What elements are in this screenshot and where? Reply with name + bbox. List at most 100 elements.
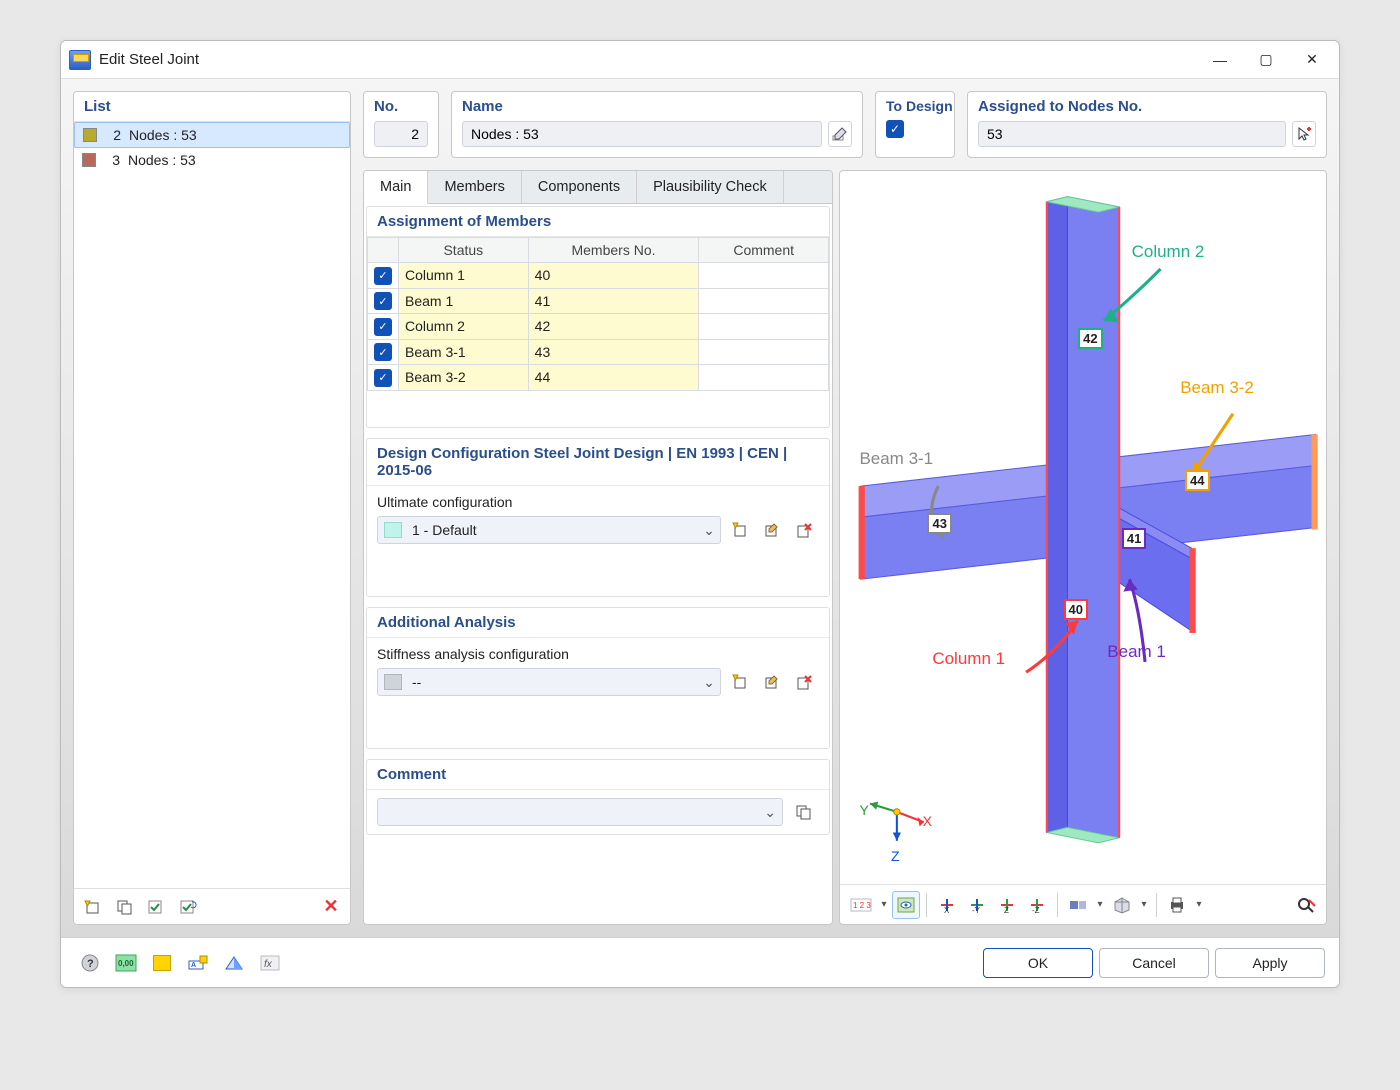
config-delete-button[interactable] (789, 517, 819, 543)
check-all-button[interactable] (142, 894, 172, 920)
row-checkbox[interactable]: ✓ (374, 343, 392, 361)
vt-axis-z-button[interactable]: Z (993, 891, 1021, 919)
chevron-down-icon[interactable]: ▾ (1094, 899, 1106, 910)
ok-button[interactable]: OK (983, 948, 1093, 978)
tab-main[interactable]: Main (364, 171, 428, 204)
svg-text:Z: Z (1004, 906, 1009, 914)
config-new-button[interactable] (725, 517, 755, 543)
tab-members[interactable]: Members (428, 171, 521, 203)
list-item[interactable]: 2 Nodes : 53 (74, 122, 350, 148)
comment-library-button[interactable] (789, 799, 819, 825)
minimize-button[interactable]: — (1197, 45, 1243, 75)
viewer-label-beam1: Beam 1 (1107, 642, 1166, 662)
table-row[interactable]: ✓ Beam 3-2 44 (368, 365, 829, 391)
cell-comment (699, 365, 829, 391)
vt-view-mode-button[interactable] (1064, 891, 1092, 919)
color-button[interactable] (147, 950, 177, 976)
stiffness-config-dropdown[interactable]: -- ⌄ (377, 668, 721, 696)
viewer-3d[interactable]: 42 44 43 41 40 Column 2 Beam 3-2 Beam 3-… (840, 171, 1326, 884)
stiffness-config-value: -- (408, 674, 698, 690)
vt-axis-x-button[interactable]: X (933, 891, 961, 919)
tab-components[interactable]: Components (522, 171, 637, 203)
tabs-panel: Main Members Components Plausibility Che… (363, 170, 833, 925)
analysis-edit-button[interactable] (757, 669, 787, 695)
svg-text:1 2 3: 1 2 3 (853, 901, 871, 910)
list-item-label: Nodes : 53 (128, 152, 196, 168)
new-item-button[interactable] (78, 894, 108, 920)
ultimate-config-label: Ultimate configuration (377, 494, 819, 510)
analysis-new-button[interactable] (725, 669, 755, 695)
ultimate-config-dropdown[interactable]: 1 - Default ⌄ (377, 516, 721, 544)
list-item[interactable]: 3 Nodes : 53 (74, 148, 350, 172)
help-button[interactable]: ? (75, 950, 105, 976)
edit-name-button[interactable] (828, 121, 852, 147)
chevron-down-icon: ⌄ (698, 674, 720, 691)
tab-plausibility[interactable]: Plausibility Check (637, 171, 784, 203)
viewer-label-column2: Column 2 (1132, 242, 1205, 262)
config-swatch-empty (384, 674, 402, 690)
analysis-delete-button[interactable] (789, 669, 819, 695)
units-button[interactable]: 0,00 (111, 950, 141, 976)
chevron-down-icon[interactable]: ▾ (1193, 899, 1205, 910)
no-label: No. (374, 98, 428, 115)
joint-model (840, 171, 1326, 884)
table-row[interactable]: ✓ Beam 1 41 (368, 288, 829, 314)
col-status: Status (399, 238, 529, 263)
cell-comment (699, 339, 829, 365)
cell-members-no: 40 (528, 263, 699, 289)
copy-item-button[interactable] (110, 894, 140, 920)
cell-comment (699, 314, 829, 340)
list-toolbar: ✕ (74, 888, 350, 924)
member-tag-41: 41 (1122, 528, 1146, 549)
comment-section: Comment ⌄ (366, 759, 830, 835)
cell-members-no: 43 (528, 339, 699, 365)
name-input[interactable] (462, 121, 822, 147)
tab-body: Assignment of Members Status Members No.… (364, 204, 832, 924)
close-button[interactable]: ✕ (1289, 45, 1335, 75)
apply-button[interactable]: Apply (1215, 948, 1325, 978)
body: List 2 Nodes : 53 3 Nodes : 53 (61, 79, 1339, 937)
row-checkbox[interactable]: ✓ (374, 318, 392, 336)
additional-analysis-header: Additional Analysis (367, 608, 829, 638)
check-toggle-button[interactable] (174, 894, 204, 920)
row-checkbox[interactable]: ✓ (374, 267, 392, 285)
vt-axis-nz-button[interactable]: -Z (1023, 891, 1051, 919)
vt-show-model-button[interactable] (892, 891, 920, 919)
titlebar: Edit Steel Joint — ▢ ✕ (61, 41, 1339, 79)
chevron-down-icon[interactable]: ▾ (878, 899, 890, 910)
pick-nodes-button[interactable] (1292, 121, 1316, 147)
table-row[interactable]: ✓ Beam 3-1 43 (368, 339, 829, 365)
svg-text:-Y: -Y (972, 906, 981, 914)
table-row[interactable]: ✓ Column 2 42 (368, 314, 829, 340)
to-design-checkbox[interactable]: ✓ (886, 120, 904, 138)
nodes-box: Assigned to Nodes No. (967, 91, 1327, 158)
vt-zoom-fit-button[interactable] (1292, 891, 1320, 919)
no-input[interactable] (374, 121, 428, 147)
table-row[interactable]: ✓ Column 1 40 (368, 263, 829, 289)
go-to-button[interactable] (219, 950, 249, 976)
config-edit-button[interactable] (757, 517, 787, 543)
cancel-button[interactable]: Cancel (1099, 948, 1209, 978)
rename-button[interactable]: A (183, 950, 213, 976)
stiffness-config-label: Stiffness analysis configuration (377, 646, 819, 662)
cell-status: Column 2 (399, 314, 529, 340)
vt-axis-ny-button[interactable]: -Y (963, 891, 991, 919)
maximize-button[interactable]: ▢ (1243, 45, 1289, 75)
nodes-input[interactable] (978, 121, 1286, 147)
list-item-label: Nodes : 53 (129, 127, 197, 143)
cell-status: Column 1 (399, 263, 529, 289)
vt-numbering-button[interactable]: 1 2 3 (846, 891, 876, 919)
row-checkbox[interactable]: ✓ (374, 292, 392, 310)
vt-iso-button[interactable] (1108, 891, 1136, 919)
comment-dropdown[interactable]: ⌄ (377, 798, 783, 826)
design-config-section: Design Configuration Steel Joint Design … (366, 438, 830, 597)
vt-print-button[interactable] (1163, 891, 1191, 919)
ultimate-config-value: 1 - Default (408, 522, 698, 538)
app-icon (69, 50, 91, 70)
svg-text:A: A (191, 962, 196, 969)
svg-text:fx: fx (264, 959, 273, 970)
delete-item-button[interactable]: ✕ (316, 894, 346, 920)
row-checkbox[interactable]: ✓ (374, 369, 392, 387)
chevron-down-icon[interactable]: ▾ (1138, 899, 1150, 910)
fx-button[interactable]: fx (255, 950, 285, 976)
